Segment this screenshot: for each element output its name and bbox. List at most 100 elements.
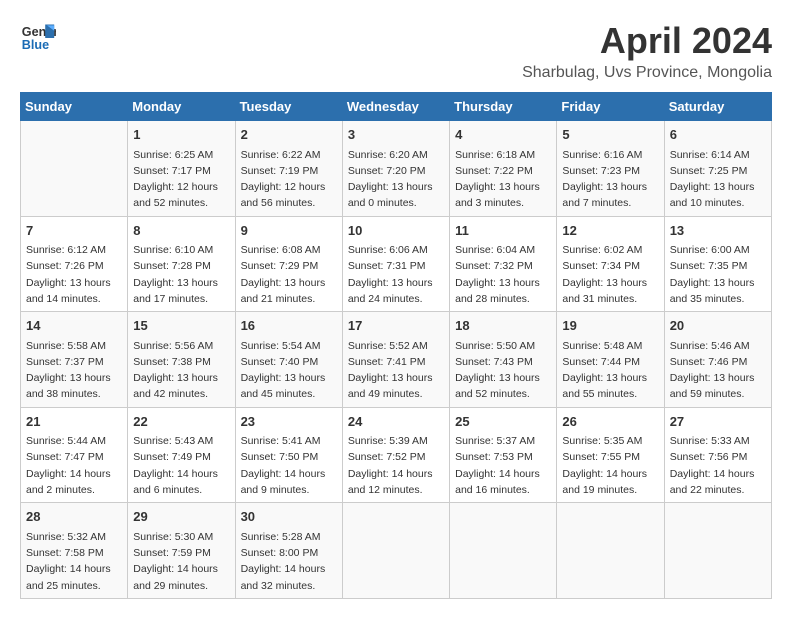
day-content: Sunrise: 6:16 AMSunset: 7:23 PMDaylight:…	[562, 147, 658, 212]
day-content: Sunrise: 6:22 AMSunset: 7:19 PMDaylight:…	[241, 147, 337, 212]
day-number: 26	[562, 412, 658, 432]
header-cell-wednesday: Wednesday	[342, 93, 449, 121]
day-content: Sunrise: 5:33 AMSunset: 7:56 PMDaylight:…	[670, 433, 766, 498]
day-content: Sunrise: 6:10 AMSunset: 7:28 PMDaylight:…	[133, 242, 229, 307]
calendar-cell: 3Sunrise: 6:20 AMSunset: 7:20 PMDaylight…	[342, 121, 449, 217]
calendar-cell: 5Sunrise: 6:16 AMSunset: 7:23 PMDaylight…	[557, 121, 664, 217]
day-content: Sunrise: 5:39 AMSunset: 7:52 PMDaylight:…	[348, 433, 444, 498]
calendar-cell: 11Sunrise: 6:04 AMSunset: 7:32 PMDayligh…	[450, 216, 557, 312]
day-number: 29	[133, 507, 229, 527]
header-cell-sunday: Sunday	[21, 93, 128, 121]
day-number: 24	[348, 412, 444, 432]
calendar-cell	[342, 503, 449, 599]
day-content: Sunrise: 5:43 AMSunset: 7:49 PMDaylight:…	[133, 433, 229, 498]
calendar-cell	[21, 121, 128, 217]
day-number: 9	[241, 221, 337, 241]
day-number: 5	[562, 125, 658, 145]
header-cell-friday: Friday	[557, 93, 664, 121]
day-content: Sunrise: 5:37 AMSunset: 7:53 PMDaylight:…	[455, 433, 551, 498]
day-content: Sunrise: 5:35 AMSunset: 7:55 PMDaylight:…	[562, 433, 658, 498]
day-number: 25	[455, 412, 551, 432]
calendar-cell: 16Sunrise: 5:54 AMSunset: 7:40 PMDayligh…	[235, 312, 342, 408]
calendar-cell: 7Sunrise: 6:12 AMSunset: 7:26 PMDaylight…	[21, 216, 128, 312]
day-number: 16	[241, 316, 337, 336]
calendar-cell: 29Sunrise: 5:30 AMSunset: 7:59 PMDayligh…	[128, 503, 235, 599]
svg-text:Blue: Blue	[22, 38, 49, 52]
day-number: 19	[562, 316, 658, 336]
calendar-cell: 12Sunrise: 6:02 AMSunset: 7:34 PMDayligh…	[557, 216, 664, 312]
calendar-cell: 22Sunrise: 5:43 AMSunset: 7:49 PMDayligh…	[128, 407, 235, 503]
calendar-cell: 14Sunrise: 5:58 AMSunset: 7:37 PMDayligh…	[21, 312, 128, 408]
calendar-cell: 28Sunrise: 5:32 AMSunset: 7:58 PMDayligh…	[21, 503, 128, 599]
day-number: 7	[26, 221, 122, 241]
day-content: Sunrise: 5:44 AMSunset: 7:47 PMDaylight:…	[26, 433, 122, 498]
day-content: Sunrise: 5:50 AMSunset: 7:43 PMDaylight:…	[455, 338, 551, 403]
day-number: 8	[133, 221, 229, 241]
calendar-cell: 15Sunrise: 5:56 AMSunset: 7:38 PMDayligh…	[128, 312, 235, 408]
calendar-cell: 1Sunrise: 6:25 AMSunset: 7:17 PMDaylight…	[128, 121, 235, 217]
day-content: Sunrise: 5:28 AMSunset: 8:00 PMDaylight:…	[241, 529, 337, 594]
header-cell-saturday: Saturday	[664, 93, 771, 121]
day-content: Sunrise: 6:00 AMSunset: 7:35 PMDaylight:…	[670, 242, 766, 307]
week-row-3: 14Sunrise: 5:58 AMSunset: 7:37 PMDayligh…	[21, 312, 772, 408]
header-cell-tuesday: Tuesday	[235, 93, 342, 121]
day-content: Sunrise: 6:20 AMSunset: 7:20 PMDaylight:…	[348, 147, 444, 212]
logo: General Blue	[20, 20, 56, 56]
page-header: General Blue April 2024 Sharbulag, Uvs P…	[20, 20, 772, 82]
calendar-cell: 10Sunrise: 6:06 AMSunset: 7:31 PMDayligh…	[342, 216, 449, 312]
day-content: Sunrise: 6:25 AMSunset: 7:17 PMDaylight:…	[133, 147, 229, 212]
day-number: 11	[455, 221, 551, 241]
day-number: 12	[562, 221, 658, 241]
day-content: Sunrise: 5:52 AMSunset: 7:41 PMDaylight:…	[348, 338, 444, 403]
calendar-cell: 9Sunrise: 6:08 AMSunset: 7:29 PMDaylight…	[235, 216, 342, 312]
day-content: Sunrise: 6:08 AMSunset: 7:29 PMDaylight:…	[241, 242, 337, 307]
week-row-2: 7Sunrise: 6:12 AMSunset: 7:26 PMDaylight…	[21, 216, 772, 312]
calendar-cell: 30Sunrise: 5:28 AMSunset: 8:00 PMDayligh…	[235, 503, 342, 599]
day-number: 6	[670, 125, 766, 145]
location-subtitle: Sharbulag, Uvs Province, Mongolia	[522, 64, 772, 82]
day-number: 14	[26, 316, 122, 336]
calendar-cell: 25Sunrise: 5:37 AMSunset: 7:53 PMDayligh…	[450, 407, 557, 503]
day-number: 17	[348, 316, 444, 336]
header-cell-monday: Monday	[128, 93, 235, 121]
week-row-5: 28Sunrise: 5:32 AMSunset: 7:58 PMDayligh…	[21, 503, 772, 599]
calendar-body: 1Sunrise: 6:25 AMSunset: 7:17 PMDaylight…	[21, 121, 772, 599]
day-content: Sunrise: 6:06 AMSunset: 7:31 PMDaylight:…	[348, 242, 444, 307]
calendar-cell: 8Sunrise: 6:10 AMSunset: 7:28 PMDaylight…	[128, 216, 235, 312]
day-number: 10	[348, 221, 444, 241]
day-number: 27	[670, 412, 766, 432]
calendar-cell: 26Sunrise: 5:35 AMSunset: 7:55 PMDayligh…	[557, 407, 664, 503]
day-content: Sunrise: 5:46 AMSunset: 7:46 PMDaylight:…	[670, 338, 766, 403]
day-content: Sunrise: 6:12 AMSunset: 7:26 PMDaylight:…	[26, 242, 122, 307]
calendar-cell: 4Sunrise: 6:18 AMSunset: 7:22 PMDaylight…	[450, 121, 557, 217]
calendar-cell	[664, 503, 771, 599]
day-content: Sunrise: 5:48 AMSunset: 7:44 PMDaylight:…	[562, 338, 658, 403]
calendar-cell: 17Sunrise: 5:52 AMSunset: 7:41 PMDayligh…	[342, 312, 449, 408]
calendar-cell: 19Sunrise: 5:48 AMSunset: 7:44 PMDayligh…	[557, 312, 664, 408]
calendar-table: SundayMondayTuesdayWednesdayThursdayFrid…	[20, 92, 772, 599]
day-number: 4	[455, 125, 551, 145]
day-number: 2	[241, 125, 337, 145]
calendar-cell: 20Sunrise: 5:46 AMSunset: 7:46 PMDayligh…	[664, 312, 771, 408]
calendar-cell: 6Sunrise: 6:14 AMSunset: 7:25 PMDaylight…	[664, 121, 771, 217]
day-content: Sunrise: 6:18 AMSunset: 7:22 PMDaylight:…	[455, 147, 551, 212]
day-number: 3	[348, 125, 444, 145]
calendar-cell	[557, 503, 664, 599]
day-content: Sunrise: 6:04 AMSunset: 7:32 PMDaylight:…	[455, 242, 551, 307]
calendar-cell: 23Sunrise: 5:41 AMSunset: 7:50 PMDayligh…	[235, 407, 342, 503]
calendar-cell: 13Sunrise: 6:00 AMSunset: 7:35 PMDayligh…	[664, 216, 771, 312]
calendar-cell	[450, 503, 557, 599]
day-content: Sunrise: 5:54 AMSunset: 7:40 PMDaylight:…	[241, 338, 337, 403]
title-block: April 2024 Sharbulag, Uvs Province, Mong…	[522, 20, 772, 82]
day-number: 30	[241, 507, 337, 527]
calendar-cell: 24Sunrise: 5:39 AMSunset: 7:52 PMDayligh…	[342, 407, 449, 503]
logo-icon: General Blue	[20, 20, 56, 56]
day-content: Sunrise: 5:32 AMSunset: 7:58 PMDaylight:…	[26, 529, 122, 594]
day-number: 21	[26, 412, 122, 432]
day-content: Sunrise: 5:56 AMSunset: 7:38 PMDaylight:…	[133, 338, 229, 403]
calendar-cell: 27Sunrise: 5:33 AMSunset: 7:56 PMDayligh…	[664, 407, 771, 503]
header-cell-thursday: Thursday	[450, 93, 557, 121]
day-number: 1	[133, 125, 229, 145]
day-number: 28	[26, 507, 122, 527]
calendar-header: SundayMondayTuesdayWednesdayThursdayFrid…	[21, 93, 772, 121]
